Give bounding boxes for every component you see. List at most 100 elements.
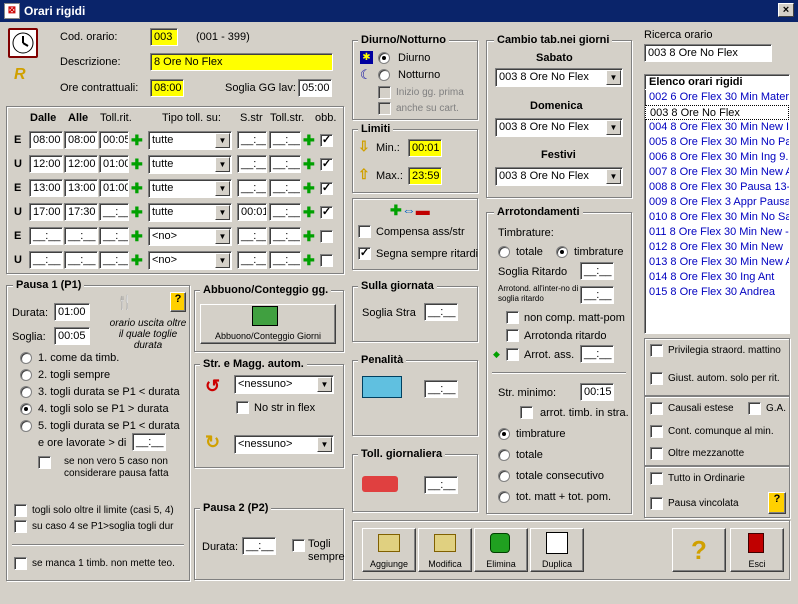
add-icon[interactable]: ✚ <box>131 133 143 147</box>
arrot-timb-checkbox[interactable] <box>520 406 533 419</box>
oltre-checkbox[interactable] <box>650 447 663 460</box>
causali-checkbox[interactable] <box>650 402 663 415</box>
arrot-int-input[interactable]: __:__ <box>580 286 614 304</box>
tstr-input[interactable]: __:__ <box>269 227 301 245</box>
tutto-checkbox[interactable] <box>650 472 663 485</box>
tstr-input[interactable]: __:__ <box>269 251 301 269</box>
elenco-list[interactable]: Elenco orari rigidi 002 6 Ore Flex 30 Mi… <box>644 74 790 334</box>
toll-rit-input[interactable]: 01:00 <box>99 179 129 197</box>
str-combo2[interactable]: <nessuno> ▼ <box>234 435 334 454</box>
p1-opt3-radio[interactable] <box>20 386 32 398</box>
arr-rit-checkbox[interactable] <box>506 329 519 342</box>
p1-help-button[interactable]: ? <box>170 292 186 312</box>
giust-checkbox[interactable] <box>650 372 663 385</box>
sstr-input[interactable]: __:__ <box>237 155 267 173</box>
list-item[interactable]: 009 8 Ore Flex 3 Appr Pausa <box>645 195 789 210</box>
min-input[interactable]: 00:01 <box>408 139 442 157</box>
no-str-checkbox[interactable] <box>236 401 249 414</box>
add-icon[interactable]: ✚ <box>131 181 143 195</box>
non-comp-checkbox[interactable] <box>506 311 519 324</box>
add-icon[interactable]: ✚ <box>303 229 315 243</box>
alle-input[interactable]: __:__ <box>64 251 98 269</box>
p1-opt5-radio[interactable] <box>20 420 32 432</box>
alle-input[interactable]: 12:00 <box>64 155 98 173</box>
r-tot-radio[interactable] <box>498 449 510 461</box>
tstr-input[interactable]: __:__ <box>269 131 301 149</box>
str-combo1[interactable]: <nessuno> ▼ <box>234 375 334 394</box>
p1-opt2-radio[interactable] <box>20 369 32 381</box>
max-input[interactable]: 23:59 <box>408 167 442 185</box>
list-item[interactable]: 002 6 Ore Flex 30 Min Mater <box>645 90 789 105</box>
segna-checkbox[interactable]: ✓ <box>358 247 371 260</box>
obb-checkbox[interactable] <box>320 230 333 243</box>
alle-input[interactable]: 08:00 <box>64 131 98 149</box>
sstr-input[interactable]: 00:01 <box>237 203 267 221</box>
festivi-combo[interactable]: 003 8 Ore No Flex ▼ <box>495 167 623 186</box>
dalle-input[interactable]: __:__ <box>29 251 63 269</box>
r-timb-radio[interactable] <box>498 428 510 440</box>
help-button[interactable]: ? <box>672 528 726 572</box>
tstr-input[interactable]: __:__ <box>269 155 301 173</box>
tipo-combo[interactable]: tutte ▼ <box>148 131 232 150</box>
cont-checkbox[interactable] <box>650 425 663 438</box>
obb-checkbox[interactable] <box>320 254 333 267</box>
notturno-radio[interactable] <box>378 69 390 81</box>
dalle-input[interactable]: 08:00 <box>29 131 63 149</box>
dalle-input[interactable]: 17:00 <box>29 203 63 221</box>
pausa-v-help-button[interactable]: ? <box>768 492 786 514</box>
cod-input[interactable]: 003 <box>150 28 178 46</box>
ricerca-input[interactable]: 003 8 Ore No Flex <box>644 44 772 62</box>
tstr-input[interactable]: __:__ <box>269 179 301 197</box>
add-icon[interactable]: ✚ <box>303 157 315 171</box>
list-item[interactable]: 015 8 Ore Flex 30 Andrea <box>645 285 789 300</box>
sstr-input[interactable]: __:__ <box>237 227 267 245</box>
privilegia-checkbox[interactable] <box>650 344 663 357</box>
ore-lav-input[interactable]: __:__ <box>132 433 166 451</box>
list-item[interactable]: 004 8 Ore Flex 30 Min New I <box>645 120 789 135</box>
arr-ass-checkbox[interactable] <box>506 348 519 361</box>
r-tot-cons-radio[interactable] <box>498 470 510 482</box>
inizio-checkbox[interactable] <box>378 86 391 99</box>
list-item[interactable]: 006 8 Ore Flex 30 Min Ing 9. <box>645 150 789 165</box>
compensa-checkbox[interactable] <box>358 225 371 238</box>
p2-durata-input[interactable]: __:__ <box>242 537 276 555</box>
alle-input[interactable]: 17:30 <box>64 203 98 221</box>
arrot-timbrature-radio[interactable] <box>556 246 568 258</box>
list-item[interactable]: 007 8 Ore Flex 30 Min New A <box>645 165 789 180</box>
sstr-input[interactable]: __:__ <box>237 179 267 197</box>
p1-opt4-radio[interactable] <box>20 403 32 415</box>
p1-opt1-radio[interactable] <box>20 352 32 364</box>
dalle-input[interactable]: 12:00 <box>29 155 63 173</box>
togli-sempre-checkbox[interactable] <box>292 539 305 552</box>
obb-checkbox[interactable]: ✓ <box>320 134 333 147</box>
str-min-input[interactable]: 00:15 <box>580 383 614 401</box>
dalle-input[interactable]: __:__ <box>29 227 63 245</box>
p1-durata-input[interactable]: 01:00 <box>54 303 90 321</box>
soglia-gg-input[interactable]: 05:00 <box>298 79 332 97</box>
non-vero-checkbox[interactable] <box>38 456 51 469</box>
list-item[interactable]: 008 8 Ore Flex 30 Pausa 13- <box>645 180 789 195</box>
arr-ass-input[interactable]: __:__ <box>580 345 614 363</box>
list-item[interactable]: 014 8 Ore Flex 30 Ing Ant <box>645 270 789 285</box>
alle-input[interactable]: __:__ <box>64 227 98 245</box>
list-item[interactable]: 011 8 Ore Flex 30 Min New - <box>645 225 789 240</box>
list-item[interactable]: 013 8 Ore Flex 30 Min New A <box>645 255 789 270</box>
obb-checkbox[interactable]: ✓ <box>320 206 333 219</box>
tipo-combo[interactable]: tutte ▼ <box>148 203 232 222</box>
close-button[interactable]: × <box>778 3 794 17</box>
pausa-v-checkbox[interactable] <box>650 497 663 510</box>
se-manca-checkbox[interactable] <box>14 557 27 570</box>
list-item[interactable]: 005 8 Ore Flex 30 Min No Pa <box>645 135 789 150</box>
list-item[interactable]: 010 8 Ore Flex 30 Min No Sa <box>645 210 789 225</box>
toll-rit-input[interactable]: 00:05 <box>99 131 129 149</box>
toll-rit-input[interactable]: __:__ <box>99 251 129 269</box>
add-icon[interactable]: ✚ <box>303 253 315 267</box>
toll-g-input[interactable]: __:__ <box>424 476 458 494</box>
add-icon[interactable]: ✚ <box>303 133 315 147</box>
sstr-input[interactable]: __:__ <box>237 251 267 269</box>
soglia-rit-input[interactable]: __:__ <box>580 262 614 280</box>
sstr-input[interactable]: __:__ <box>237 131 267 149</box>
soglia-stra-input[interactable]: __:__ <box>424 303 458 321</box>
ga-checkbox[interactable] <box>748 402 761 415</box>
tipo-combo[interactable]: tutte ▼ <box>148 155 232 174</box>
